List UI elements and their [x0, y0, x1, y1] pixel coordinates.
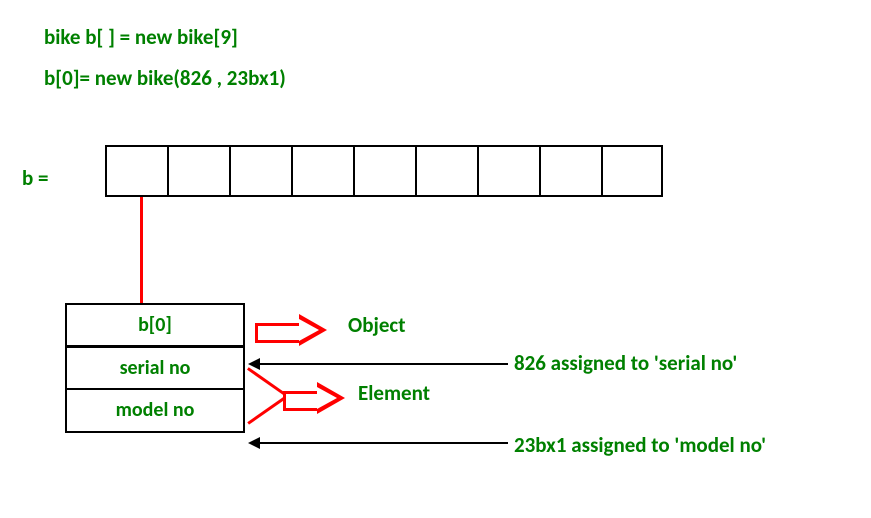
arrow-object — [255, 314, 335, 346]
array-var-label: b = — [22, 165, 48, 191]
array-cell-1 — [167, 145, 229, 197]
label-assign-model: 23bx1 assigned to 'model no' — [514, 432, 766, 458]
array-cell-7 — [539, 145, 601, 197]
line-serial — [258, 363, 508, 365]
array-cell-5 — [415, 145, 477, 197]
object-row-index: b[0] — [65, 303, 245, 348]
label-assign-serial: 826 assigned to 'serial no' — [514, 350, 737, 376]
object-row-model: model no — [65, 388, 245, 433]
code-line-1: bike b[ ] = new bike[9] — [44, 24, 238, 50]
array-cell-2 — [229, 145, 291, 197]
array-cell-8 — [601, 145, 663, 197]
array-cell-6 — [477, 145, 539, 197]
array-row — [105, 145, 663, 197]
red-split-lower — [247, 397, 284, 424]
object-table: b[0] serial no model no — [65, 305, 245, 433]
object-row-serial: serial no — [65, 345, 245, 390]
connector-array-to-object — [140, 197, 143, 305]
array-cell-3 — [291, 145, 353, 197]
array-cell-4 — [353, 145, 415, 197]
line-model — [258, 442, 508, 444]
label-object: Object — [348, 312, 405, 338]
arrow-element — [283, 382, 353, 414]
array-cell-0 — [105, 145, 167, 197]
label-element: Element — [358, 380, 430, 406]
code-line-2: b[0]= new bike(826 , 23bx1) — [44, 65, 286, 91]
red-split-upper — [247, 367, 284, 394]
